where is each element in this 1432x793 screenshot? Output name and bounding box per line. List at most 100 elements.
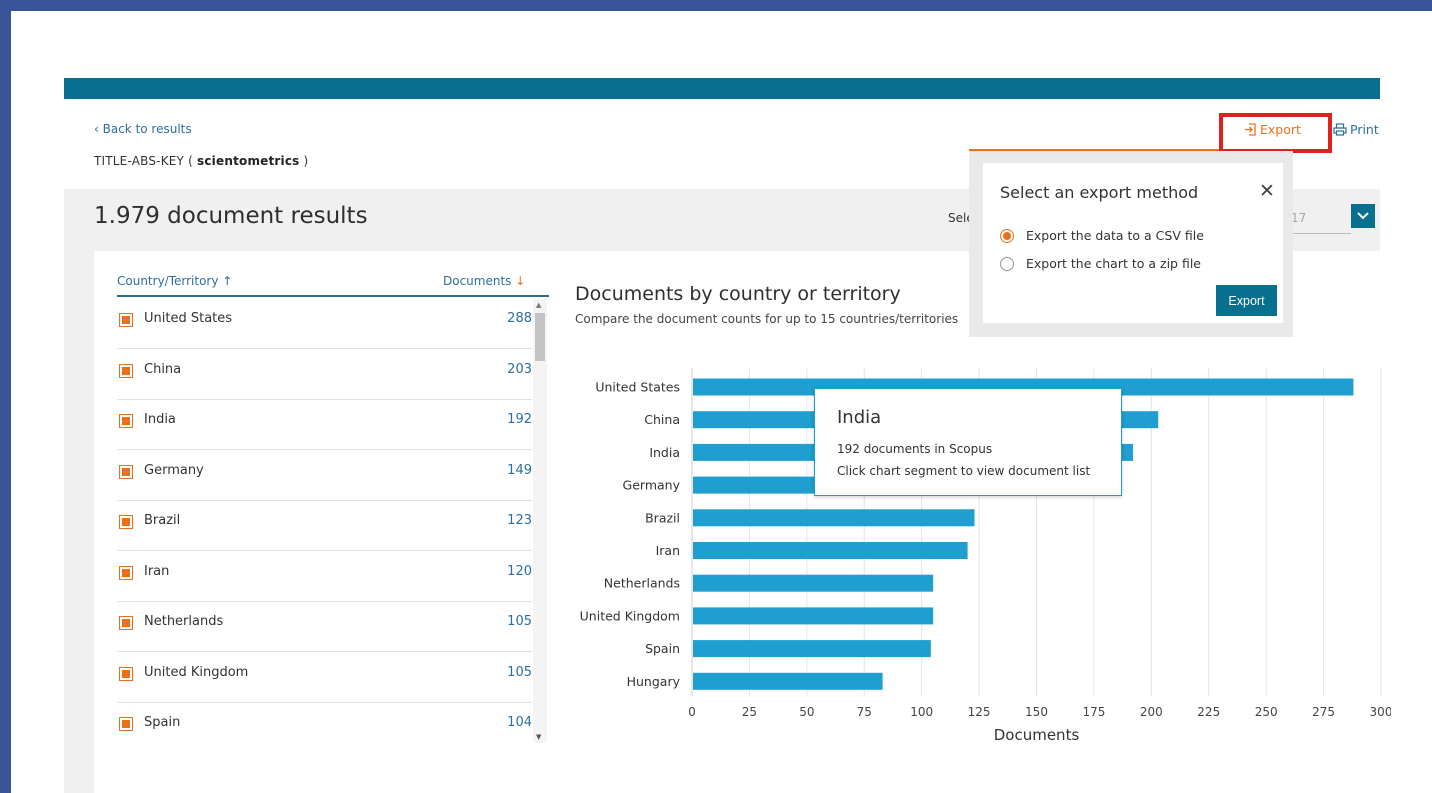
year-dropdown-button[interactable] — [1351, 204, 1375, 228]
country-name: Iran — [144, 563, 170, 579]
country-name: Spain — [144, 715, 181, 730]
query-term: scientometrics — [197, 154, 300, 168]
country-name: India — [144, 412, 176, 427]
arrow-up-icon: ↑ — [222, 274, 233, 288]
x-tick-label: 225 — [1197, 705, 1220, 719]
row-checkbox[interactable] — [119, 313, 133, 327]
page-frame: ‹ Back to results TITLE-ABS-KEY ( scient… — [11, 11, 1432, 793]
y-category-label: United States — [595, 380, 680, 395]
column-header-documents-label: Documents — [443, 274, 512, 288]
scroll-up-icon[interactable]: ▲ — [536, 301, 541, 309]
table-row[interactable]: United Kingdom 105 — [117, 653, 532, 703]
chart-subtitle: Compare the document counts for up to 15… — [575, 312, 959, 326]
row-checkbox[interactable] — [119, 464, 133, 479]
print-button[interactable]: Print — [1333, 122, 1379, 137]
bar-united-kingdom[interactable] — [693, 607, 934, 625]
export-option-csv[interactable]: Export the data to a CSV file — [1000, 228, 1204, 243]
document-count-link[interactable]: 123 — [507, 513, 532, 528]
country-name: United Kingdom — [144, 664, 249, 680]
export-option-zip[interactable]: Export the chart to a zip file — [1000, 256, 1201, 271]
bar-hungary[interactable] — [693, 672, 883, 690]
bar-netherlands[interactable] — [693, 574, 934, 592]
country-name: Germany — [144, 462, 204, 478]
row-checkbox[interactable] — [119, 414, 133, 428]
y-category-label: United Kingdom — [580, 608, 680, 623]
scrollbar-thumb[interactable] — [535, 313, 545, 361]
y-category-label: Netherlands — [604, 576, 680, 591]
chevron-left-icon: ‹ — [94, 122, 103, 136]
table-row[interactable]: Germany 149 — [117, 451, 532, 501]
y-category-label: Hungary — [627, 674, 681, 689]
year-select-value: 17 — [1291, 211, 1307, 225]
export-highlight-box — [1219, 113, 1332, 153]
country-name: Brazil — [144, 513, 181, 528]
bar-spain[interactable] — [693, 640, 931, 658]
search-query: TITLE-ABS-KEY ( scientometrics ) — [94, 154, 308, 168]
scroll-down-icon[interactable]: ▼ — [536, 733, 541, 741]
document-count-link[interactable]: 104 — [507, 715, 532, 730]
x-tick-label: 275 — [1312, 705, 1335, 719]
y-category-label: Germany — [623, 478, 681, 493]
top-banner — [64, 78, 1380, 99]
document-count-link[interactable]: 192 — [507, 412, 532, 427]
column-header-country-label: Country/Territory — [117, 274, 219, 288]
back-to-results-link[interactable]: ‹ Back to results — [94, 122, 192, 136]
x-tick-label: 125 — [968, 705, 991, 719]
chevron-down-icon — [1357, 212, 1369, 220]
query-suffix: ) — [303, 154, 309, 168]
column-header-country[interactable]: Country/Territory ↑ — [117, 274, 232, 288]
table-row[interactable]: Spain 104 — [117, 703, 532, 753]
row-checkbox[interactable] — [119, 616, 133, 630]
x-tick-label: 25 — [742, 705, 757, 719]
bar-iran[interactable] — [693, 542, 968, 559]
x-tick-label: 200 — [1140, 705, 1163, 719]
document-count-link[interactable]: 105 — [507, 665, 532, 680]
table-row[interactable]: Netherlands 105 — [117, 602, 532, 652]
x-axis-title: Documents — [994, 726, 1080, 744]
row-checkbox[interactable] — [119, 666, 133, 681]
y-category-label: India — [649, 445, 680, 460]
radio-zip[interactable] — [1000, 256, 1014, 271]
document-count-link[interactable]: 105 — [507, 614, 532, 629]
query-prefix: TITLE-ABS-KEY ( — [94, 154, 193, 168]
table-row[interactable]: India 192 — [117, 400, 532, 450]
table-scrollbar[interactable]: ▲ ▼ — [533, 299, 547, 743]
x-tick-label: 100 — [910, 705, 933, 719]
country-name: China — [144, 361, 182, 377]
y-category-label: Brazil — [645, 510, 680, 525]
row-checkbox[interactable] — [119, 565, 133, 580]
chart-title: Documents by country or territory — [575, 283, 901, 305]
row-checkbox[interactable] — [119, 363, 133, 378]
bar-brazil[interactable] — [693, 509, 975, 527]
row-checkbox[interactable] — [119, 717, 133, 731]
table-row[interactable]: United States 288 — [117, 299, 532, 349]
country-name: Netherlands — [144, 614, 224, 629]
y-category-label: Iran — [656, 543, 680, 558]
export-confirm-button[interactable]: Export — [1216, 285, 1277, 316]
back-to-results-label: Back to results — [102, 122, 192, 136]
x-tick-label: 175 — [1082, 705, 1105, 719]
x-tick-label: 75 — [857, 705, 872, 719]
table-row[interactable]: Iran 120 — [117, 552, 532, 602]
document-count-link[interactable]: 288 — [507, 311, 532, 326]
document-count-link[interactable]: 149 — [507, 463, 532, 478]
x-tick-label: 0 — [688, 705, 696, 719]
table-row[interactable]: Brazil 123 — [117, 501, 532, 551]
document-count-link[interactable]: 203 — [507, 362, 532, 377]
radio-csv[interactable] — [1000, 228, 1014, 243]
chart-tooltip: India 192 documents in Scopus Click char… — [814, 388, 1122, 496]
document-count-link[interactable]: 120 — [507, 564, 532, 579]
close-icon[interactable]: ✕ — [1259, 182, 1275, 201]
row-checkbox[interactable] — [119, 515, 133, 529]
arrow-down-icon: ↓ — [515, 274, 526, 288]
tooltip-count: 192 documents in Scopus — [837, 442, 993, 456]
export-option-zip-label: Export the chart to a zip file — [1026, 256, 1201, 271]
column-header-documents[interactable]: Documents ↓ — [443, 274, 525, 288]
table-row[interactable]: China 203 — [117, 350, 532, 400]
country-name: United States — [144, 311, 233, 326]
x-tick-label: 50 — [799, 705, 814, 719]
print-label: Print — [1350, 122, 1379, 137]
export-option-csv-label: Export the data to a CSV file — [1026, 228, 1204, 243]
y-category-label: Spain — [645, 641, 680, 656]
tooltip-hint: Click chart segment to view document lis… — [837, 464, 1091, 478]
